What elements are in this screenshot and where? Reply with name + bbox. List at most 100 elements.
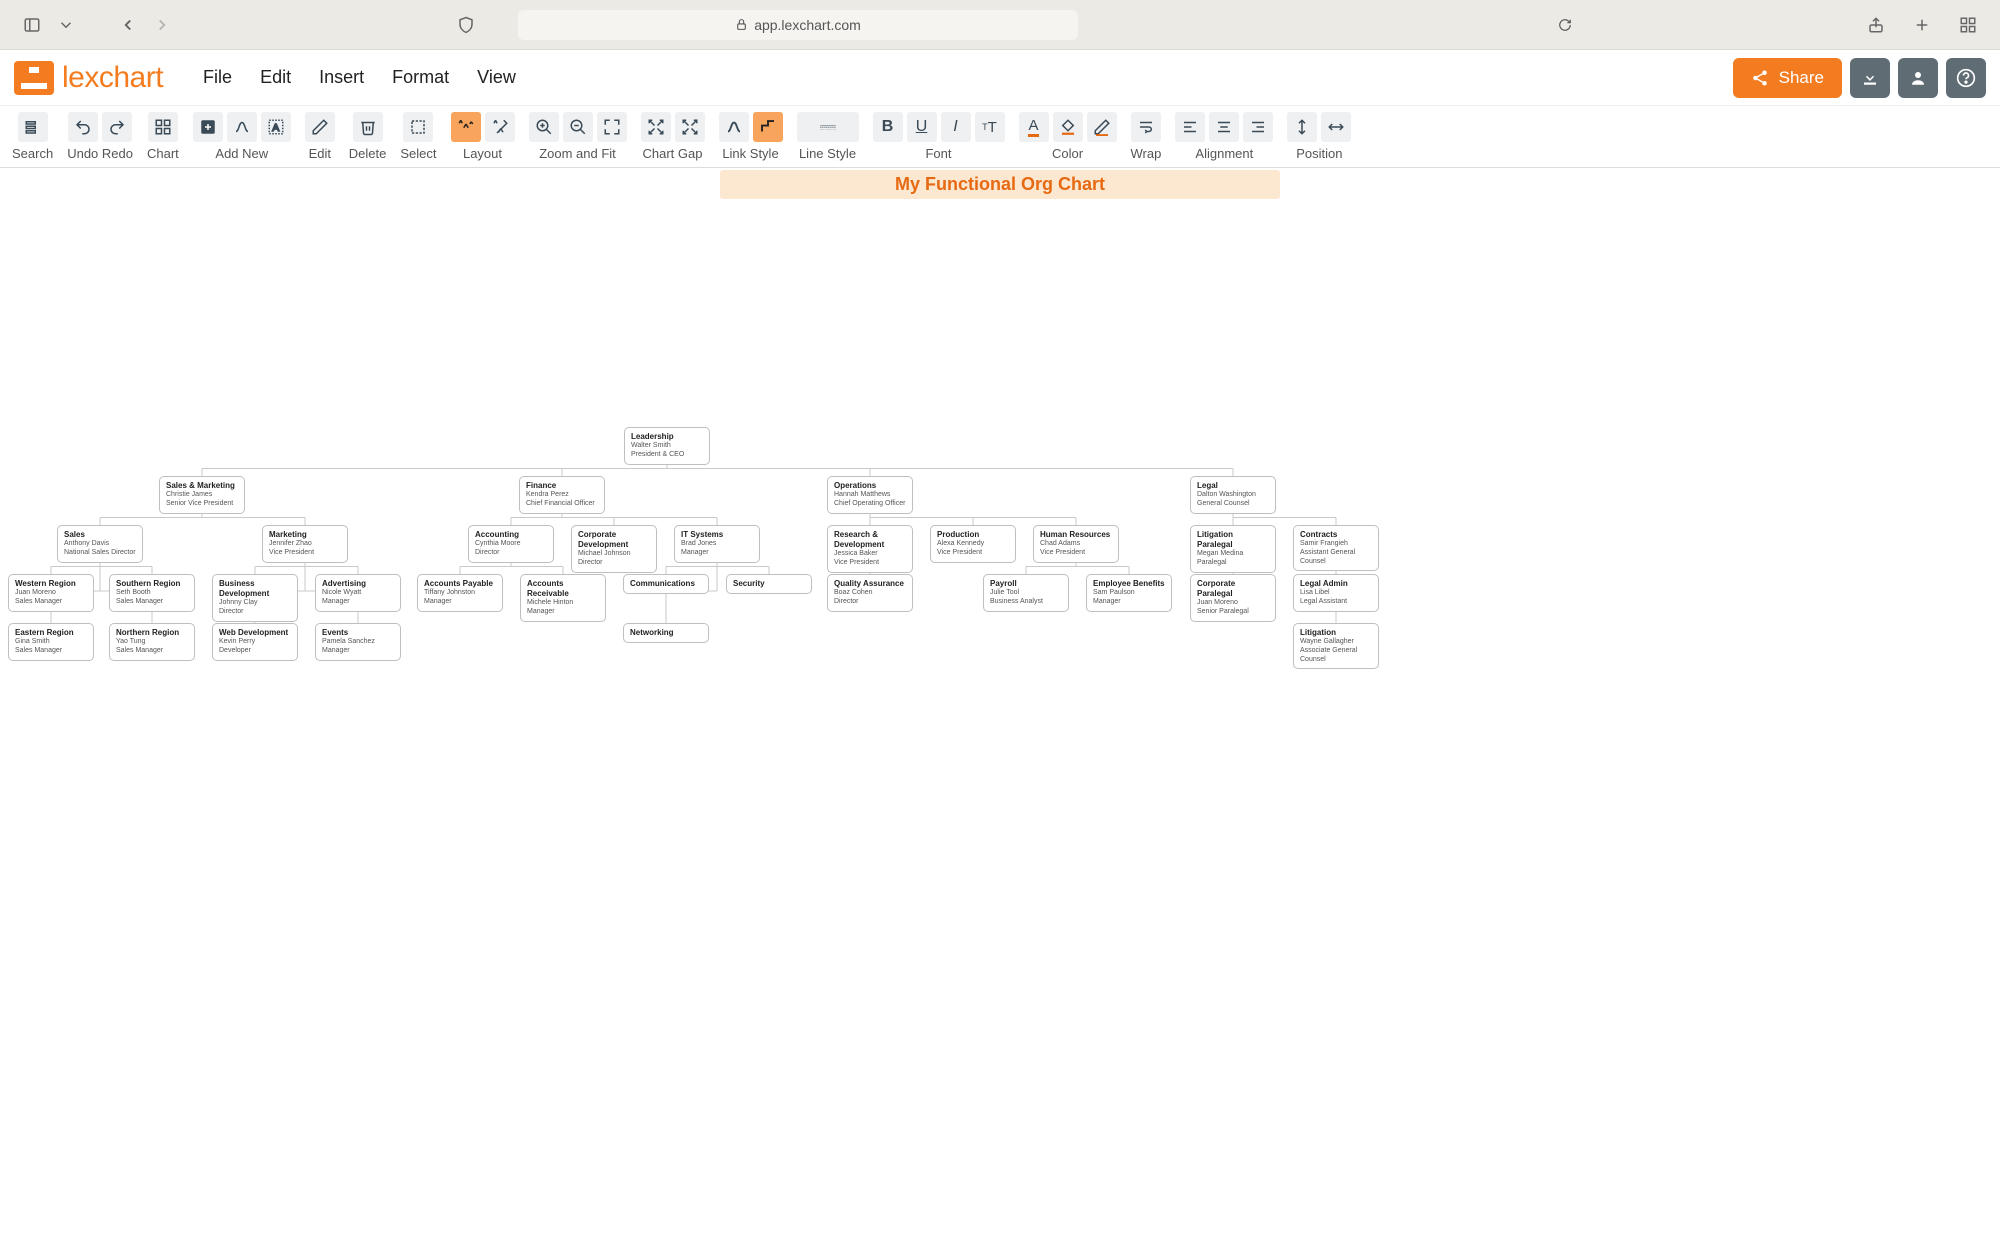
search-label: Search — [12, 146, 53, 161]
wrap-tool[interactable] — [1131, 112, 1161, 142]
search-tool[interactable] — [18, 112, 48, 142]
gap-expand-tool[interactable] — [641, 112, 671, 142]
org-node[interactable]: AdvertisingNicole WyattManager — [315, 574, 401, 612]
tabs-icon[interactable] — [1956, 13, 1980, 37]
menu-view[interactable]: View — [477, 67, 516, 88]
delete-label: Delete — [349, 146, 387, 161]
position-h-tool[interactable] — [1321, 112, 1351, 142]
org-node[interactable]: AccountingCynthia MooreDirector — [468, 525, 554, 563]
fit-tool[interactable] — [597, 112, 627, 142]
org-node[interactable]: Corporate ParalegalJuan MorenoSenior Par… — [1190, 574, 1276, 622]
align-right-tool[interactable] — [1243, 112, 1273, 142]
text-color-tool[interactable]: A — [1019, 112, 1049, 142]
org-node[interactable]: Networking — [623, 623, 709, 643]
org-node[interactable]: Northern RegionYao TungSales Manager — [109, 623, 195, 661]
org-node[interactable]: Litigation ParalegalMegan MedinaParalega… — [1190, 525, 1276, 573]
menu-file[interactable]: File — [203, 67, 232, 88]
undo-tool[interactable] — [68, 112, 98, 142]
select-label: Select — [400, 146, 436, 161]
refresh-icon[interactable] — [1558, 18, 1572, 32]
italic-tool[interactable]: I — [941, 112, 971, 142]
underline-tool[interactable]: U — [907, 112, 937, 142]
org-node[interactable]: ContractsSamir FrangiehAssistant General… — [1293, 525, 1379, 571]
help-button[interactable] — [1946, 58, 1986, 98]
link-elbow-tool[interactable] — [753, 112, 783, 142]
zoom-out-tool[interactable] — [563, 112, 593, 142]
org-node[interactable]: Legal AdminLisa LibelLegal Assistant — [1293, 574, 1379, 612]
add-new-label: Add New — [215, 146, 268, 161]
document-title[interactable]: My Functional Org Chart — [720, 170, 1280, 199]
shield-icon[interactable] — [454, 13, 478, 37]
undo-redo-label: Undo Redo — [67, 146, 133, 161]
org-node[interactable]: Communications — [623, 574, 709, 594]
org-node[interactable]: Research & DevelopmentJessica BakerVice … — [827, 525, 913, 573]
logo[interactable]: lexchart — [14, 61, 163, 95]
color-label: Color — [1052, 146, 1083, 161]
url-text: app.lexchart.com — [754, 17, 861, 33]
org-node[interactable]: Business DevelopmentJohnny ClayDirector — [212, 574, 298, 622]
wrap-label: Wrap — [1131, 146, 1162, 161]
lock-icon — [735, 18, 748, 31]
back-icon[interactable] — [116, 13, 140, 37]
org-node[interactable]: OperationsHannah MatthewsChief Operating… — [827, 476, 913, 514]
align-left-tool[interactable] — [1175, 112, 1205, 142]
gap-collapse-tool[interactable] — [675, 112, 705, 142]
edit-tool[interactable] — [305, 112, 335, 142]
org-node[interactable]: Web DevelopmentKevin PerryDeveloper — [212, 623, 298, 661]
org-node[interactable]: PayrollJulie ToolBusiness Analyst — [983, 574, 1069, 612]
link-style-label: Link Style — [722, 146, 778, 161]
line-style-tool[interactable] — [797, 112, 859, 142]
org-node[interactable]: EventsPamela SanchezManager — [315, 623, 401, 661]
org-node[interactable]: Western RegionJuan MorenoSales Manager — [8, 574, 94, 612]
align-center-tool[interactable] — [1209, 112, 1239, 142]
sidebar-toggle-icon[interactable] — [20, 13, 44, 37]
org-node[interactable]: Accounts PayableTiffany JohnstonManager — [417, 574, 503, 612]
add-node-tool[interactable] — [193, 112, 223, 142]
bold-tool[interactable]: B — [873, 112, 903, 142]
org-node[interactable]: Southern RegionSeth BoothSales Manager — [109, 574, 195, 612]
font-size-tool[interactable]: TT — [975, 112, 1005, 142]
dropdown-caret-icon[interactable] — [54, 13, 78, 37]
org-node[interactable]: MarketingJennifer ZhaoVice President — [262, 525, 348, 563]
org-node[interactable]: Sales & MarketingChristie JamesSenior Vi… — [159, 476, 245, 514]
account-button[interactable] — [1898, 58, 1938, 98]
auto-layout-tool[interactable] — [451, 112, 481, 142]
org-node[interactable]: Employee BenefitsSam PaulsonManager — [1086, 574, 1172, 612]
edit-label: Edit — [309, 146, 331, 161]
org-node[interactable]: SalesAnthony DavisNational Sales Directo… — [57, 525, 143, 563]
new-tab-icon[interactable] — [1910, 13, 1934, 37]
chart-gap-label: Chart Gap — [643, 146, 703, 161]
chart-canvas[interactable]: LeadershipWalter SmithPresident & CEO Sal… — [0, 199, 2000, 1199]
org-node[interactable]: FinanceKendra PerezChief Financial Offic… — [519, 476, 605, 514]
url-bar[interactable]: app.lexchart.com — [518, 10, 1078, 40]
fill-color-tool[interactable] — [1053, 112, 1083, 142]
org-node[interactable]: LegalDalton WashingtonGeneral Counsel — [1190, 476, 1276, 514]
link-curve-tool[interactable] — [719, 112, 749, 142]
org-node[interactable]: Quality AssuranceBoaz CohenDirector — [827, 574, 913, 612]
org-node[interactable]: LeadershipWalter SmithPresident & CEO — [624, 427, 710, 465]
org-node[interactable]: LitigationWayne GallagherAssociate Gener… — [1293, 623, 1379, 669]
download-button[interactable] — [1850, 58, 1890, 98]
menu-edit[interactable]: Edit — [260, 67, 291, 88]
add-link-tool[interactable] — [227, 112, 257, 142]
zoom-in-tool[interactable] — [529, 112, 559, 142]
org-node[interactable]: IT SystemsBrad JonesManager — [674, 525, 760, 563]
position-v-tool[interactable] — [1287, 112, 1317, 142]
org-node[interactable]: Accounts ReceivableMichele HintonManager — [520, 574, 606, 622]
org-node[interactable]: ProductionAlexa KennedyVice President — [930, 525, 1016, 563]
share-icon[interactable] — [1864, 13, 1888, 37]
share-button[interactable]: Share — [1733, 58, 1842, 98]
org-node[interactable]: Corporate DevelopmentMichael JohnsonDire… — [571, 525, 657, 573]
manual-layout-tool[interactable] — [485, 112, 515, 142]
org-node[interactable]: Security — [726, 574, 812, 594]
delete-tool[interactable] — [353, 112, 383, 142]
org-node[interactable]: Human ResourcesChad AdamsVice President — [1033, 525, 1119, 563]
menu-format[interactable]: Format — [392, 67, 449, 88]
menu-insert[interactable]: Insert — [319, 67, 364, 88]
add-text-tool[interactable]: A — [261, 112, 291, 142]
select-tool[interactable] — [403, 112, 433, 142]
chart-tool[interactable] — [148, 112, 178, 142]
redo-tool[interactable] — [102, 112, 132, 142]
org-node[interactable]: Eastern RegionGina SmithSales Manager — [8, 623, 94, 661]
border-color-tool[interactable] — [1087, 112, 1117, 142]
